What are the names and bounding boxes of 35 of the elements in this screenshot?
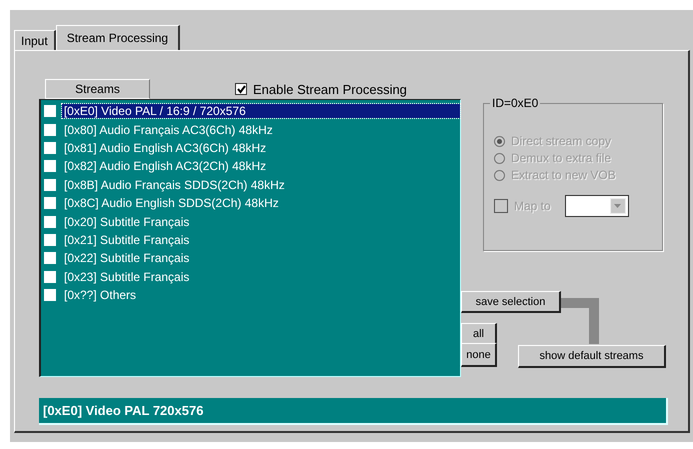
list-item[interactable]: [0x21] Subtitle Français [62, 232, 192, 247]
checkbox[interactable] [44, 142, 56, 154]
checkbox-label: Enable Stream Processing [253, 82, 407, 96]
select-all-button[interactable]: all [461, 323, 497, 345]
status-bar: [0xE0] Video PAL 720x576 [39, 398, 668, 425]
tab[interactable]: Input [14, 30, 56, 50]
group-title: ID=0xE0 [490, 96, 540, 110]
stream-list[interactable] [39, 99, 461, 377]
list-item[interactable]: [0x22] Subtitle Français [62, 251, 192, 266]
checkbox[interactable] [44, 124, 56, 136]
show-defaults-button[interactable]: show default streams [518, 345, 666, 368]
list-item[interactable]: [0x23] Subtitle Français [62, 270, 192, 284]
checkbox[interactable] [44, 234, 56, 246]
list-item[interactable]: [0x20] Subtitle Français [62, 214, 192, 229]
checkbox[interactable] [44, 105, 56, 118]
list-item[interactable]: [0x82] Audio English AC3(2Ch) 48kHz [62, 159, 268, 174]
list-item[interactable]: [0x??] Others [62, 288, 138, 302]
list-item[interactable]: [0x81] Audio English AC3(6Ch) 48kHz [62, 140, 268, 155]
list-item[interactable]: [0xE0] Video PAL / 16:9 / 720x576 [62, 104, 460, 118]
column-header[interactable]: Streams [45, 79, 150, 99]
checkbox[interactable] [44, 270, 56, 283]
checkbox[interactable] [44, 178, 56, 191]
checkbox[interactable] [44, 289, 56, 302]
list-item[interactable]: [0x8C] Audio English SDDS(2Ch) 48kHz [62, 196, 281, 210]
list-item[interactable]: [0x8B] Audio Français SDDS(2Ch) 48kHz [62, 178, 287, 192]
checkbox[interactable] [235, 83, 247, 95]
checkbox[interactable] [44, 252, 56, 264]
checkbox[interactable] [44, 160, 56, 172]
caret-icon [614, 204, 622, 208]
checkbox[interactable] [44, 216, 56, 228]
save-selection-button[interactable]: save selection [461, 291, 561, 313]
checkbox[interactable] [44, 197, 56, 210]
select-none-button[interactable]: none [461, 343, 497, 367]
list-item[interactable]: [0x80] Audio Français AC3(6Ch) 48kHz [62, 122, 275, 137]
tab[interactable]: Stream Processing [56, 25, 180, 50]
